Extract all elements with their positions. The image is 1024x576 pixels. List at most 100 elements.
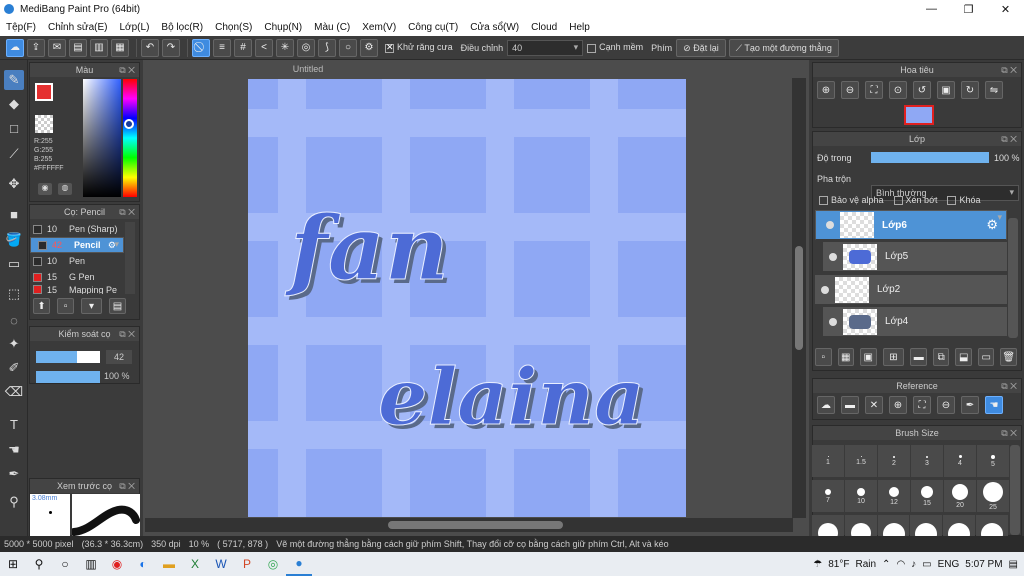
brush-opacity-slider[interactable] <box>36 371 100 383</box>
word-icon[interactable]: W <box>208 552 234 576</box>
maximize-button[interactable]: ❐ <box>950 3 987 16</box>
document-tab[interactable]: Untitled <box>143 62 473 76</box>
zoom-icon[interactable]: ⊙ <box>889 81 907 99</box>
layer-row[interactable]: Lớp2 <box>815 275 1007 305</box>
close-icon[interactable]: ✕ <box>865 396 883 414</box>
brush-menu-icon[interactable]: ▾ <box>81 298 102 314</box>
fill-rect-tool-icon[interactable]: ■ <box>4 204 24 224</box>
hand-tool-icon[interactable]: ☚ <box>4 440 24 460</box>
brush-size-cell[interactable]: 10 <box>845 480 877 512</box>
vanish-snap-icon[interactable]: < <box>255 38 273 57</box>
powerpoint-icon[interactable]: P <box>234 552 260 576</box>
zoom-in-icon[interactable]: ⊕ <box>817 81 835 99</box>
menu-window[interactable]: Cửa sổ(W) <box>470 22 519 33</box>
brush-item[interactable]: 15 Mapping Pe <box>30 285 124 294</box>
share-icon[interactable]: ⇪ <box>27 38 45 57</box>
menu-snap[interactable]: Chụp(N) <box>264 22 302 33</box>
layout-icon[interactable]: ▥ <box>90 38 108 57</box>
palette-icon[interactable]: ◉ <box>38 183 52 195</box>
cortana-icon[interactable]: ○ <box>52 552 78 576</box>
windows-start-icon[interactable]: ⊞ <box>0 552 26 576</box>
rotate-right-icon[interactable]: ↻ <box>961 81 979 99</box>
eraser-tool-icon[interactable]: ◆ <box>4 94 24 114</box>
brush-size-cell[interactable] <box>844 515 877 536</box>
eyedropper-tool-icon[interactable]: ✒ <box>4 464 24 484</box>
brush-item[interactable]: 15 G Pen <box>30 269 124 285</box>
visibility-icon[interactable] <box>829 317 837 326</box>
brush-size-cell[interactable] <box>943 515 976 536</box>
menu-view[interactable]: Xem(V) <box>362 22 396 33</box>
panel-expand-icon[interactable]: ⧉ ✕ <box>119 63 135 77</box>
folder-icon[interactable]: ▬ <box>910 348 927 366</box>
menu-select[interactable]: Chọn(S) <box>215 22 252 33</box>
actual-size-icon[interactable]: ▣ <box>937 81 955 99</box>
menu-edit[interactable]: Chỉnh sửa(E) <box>48 22 108 33</box>
comment-icon[interactable]: ✉ <box>48 38 66 57</box>
tray-chevron-icon[interactable]: ⌃ <box>882 559 890 570</box>
lasso-tool-icon[interactable]: ◌ <box>4 310 24 330</box>
color-sv-picker[interactable] <box>83 79 121 197</box>
layer-row[interactable]: Lớp4 <box>823 307 1007 337</box>
select-eraser-tool-icon[interactable]: ⌫ <box>4 382 24 402</box>
antialias-checkbox[interactable] <box>385 42 394 53</box>
cross-snap-icon[interactable]: # <box>234 38 252 57</box>
smooth-edge-checkbox[interactable] <box>587 43 597 53</box>
clipping-checkbox[interactable] <box>893 196 903 206</box>
layer-scrollbar[interactable] <box>1008 218 1018 338</box>
reset-button[interactable]: ⊘ Đặt lại <box>676 38 726 57</box>
hue-handle[interactable] <box>124 119 134 129</box>
language-indicator[interactable]: ENG <box>938 559 960 570</box>
add-brush-icon[interactable]: ⬆ <box>33 298 51 314</box>
brush-size-slider[interactable] <box>36 351 100 363</box>
drawing-canvas[interactable]: fan fan elaina elaina <box>248 79 686 517</box>
grid-icon[interactable]: ▦ <box>111 38 129 57</box>
weather-icon[interactable]: ☂ <box>813 559 822 570</box>
brush-size-cell[interactable]: 5 <box>977 445 1009 477</box>
brush-size-cell[interactable]: 3 <box>911 445 943 477</box>
brush-size-cell[interactable] <box>877 515 910 536</box>
zoom-out-icon[interactable]: ⊖ <box>841 81 859 99</box>
visibility-icon[interactable] <box>821 285 829 294</box>
brush-size-cell[interactable]: 12 <box>878 480 910 512</box>
transparent-swatch[interactable] <box>35 115 53 133</box>
panel-expand-icon[interactable]: ⧉ ✕ <box>1001 426 1017 440</box>
task-view-icon[interactable]: ▥ <box>78 552 104 576</box>
brush-size-cell[interactable]: 20 <box>944 480 976 512</box>
delete-brush-icon[interactable]: ▤ <box>108 298 127 314</box>
clock[interactable]: 5:07 PM <box>965 559 1002 570</box>
rectangle-tool-icon[interactable]: □ <box>4 118 24 138</box>
radial-snap-icon[interactable]: ✳ <box>276 38 294 57</box>
layer-property-icon[interactable]: ▭ <box>977 348 995 366</box>
bucket-tool-icon[interactable]: 🪣 <box>4 230 24 250</box>
close-button[interactable]: ✕ <box>987 3 1024 16</box>
horizontal-scroll-thumb[interactable] <box>388 521 563 529</box>
panel-expand-icon[interactable]: ⧉ ✕ <box>1001 379 1017 393</box>
snap-off-icon[interactable]: ⃠ <box>192 38 210 57</box>
select-tool-icon[interactable]: ⬚ <box>4 284 24 304</box>
redo-icon[interactable]: ↷ <box>162 38 180 57</box>
weather-text[interactable]: Rain <box>855 559 876 570</box>
trash-icon[interactable]: 🗑 <box>1000 348 1017 366</box>
panel-expand-icon[interactable]: ⧉ ✕ <box>119 479 135 493</box>
new-brush-icon[interactable]: ▫ <box>57 298 75 314</box>
visibility-icon[interactable] <box>829 252 837 261</box>
fit-icon[interactable]: ⛶ <box>913 396 931 414</box>
zoom-in-icon[interactable]: ⊕ <box>889 396 907 414</box>
brush-item[interactable]: 10 Pen <box>30 253 124 269</box>
menu-help[interactable]: Help <box>569 22 590 33</box>
weather-temp[interactable]: 81°F <box>828 559 849 570</box>
line-tool-icon[interactable]: ⟋ <box>4 144 24 164</box>
new-halftone-layer-icon[interactable]: ▦ <box>837 348 854 366</box>
navigator-thumbnail[interactable] <box>904 105 934 125</box>
open-folder-icon[interactable]: ▬ <box>841 396 859 414</box>
cloud-icon[interactable]: ☁ <box>6 38 24 57</box>
fit-icon[interactable]: ⛶ <box>865 81 883 99</box>
vertical-scroll-thumb[interactable] <box>795 246 803 350</box>
panel-expand-icon[interactable]: ⧉ ✕ <box>119 205 135 219</box>
adjust-select[interactable]: 40 <box>507 39 584 56</box>
minimize-button[interactable]: — <box>913 3 950 16</box>
brush-size-cell[interactable]: 1.5 <box>845 445 877 477</box>
parallel-snap-icon[interactable]: ≡ <box>213 38 231 57</box>
select-pen-tool-icon[interactable]: ✐ <box>4 358 24 378</box>
menu-cloud[interactable]: Cloud <box>531 22 557 33</box>
